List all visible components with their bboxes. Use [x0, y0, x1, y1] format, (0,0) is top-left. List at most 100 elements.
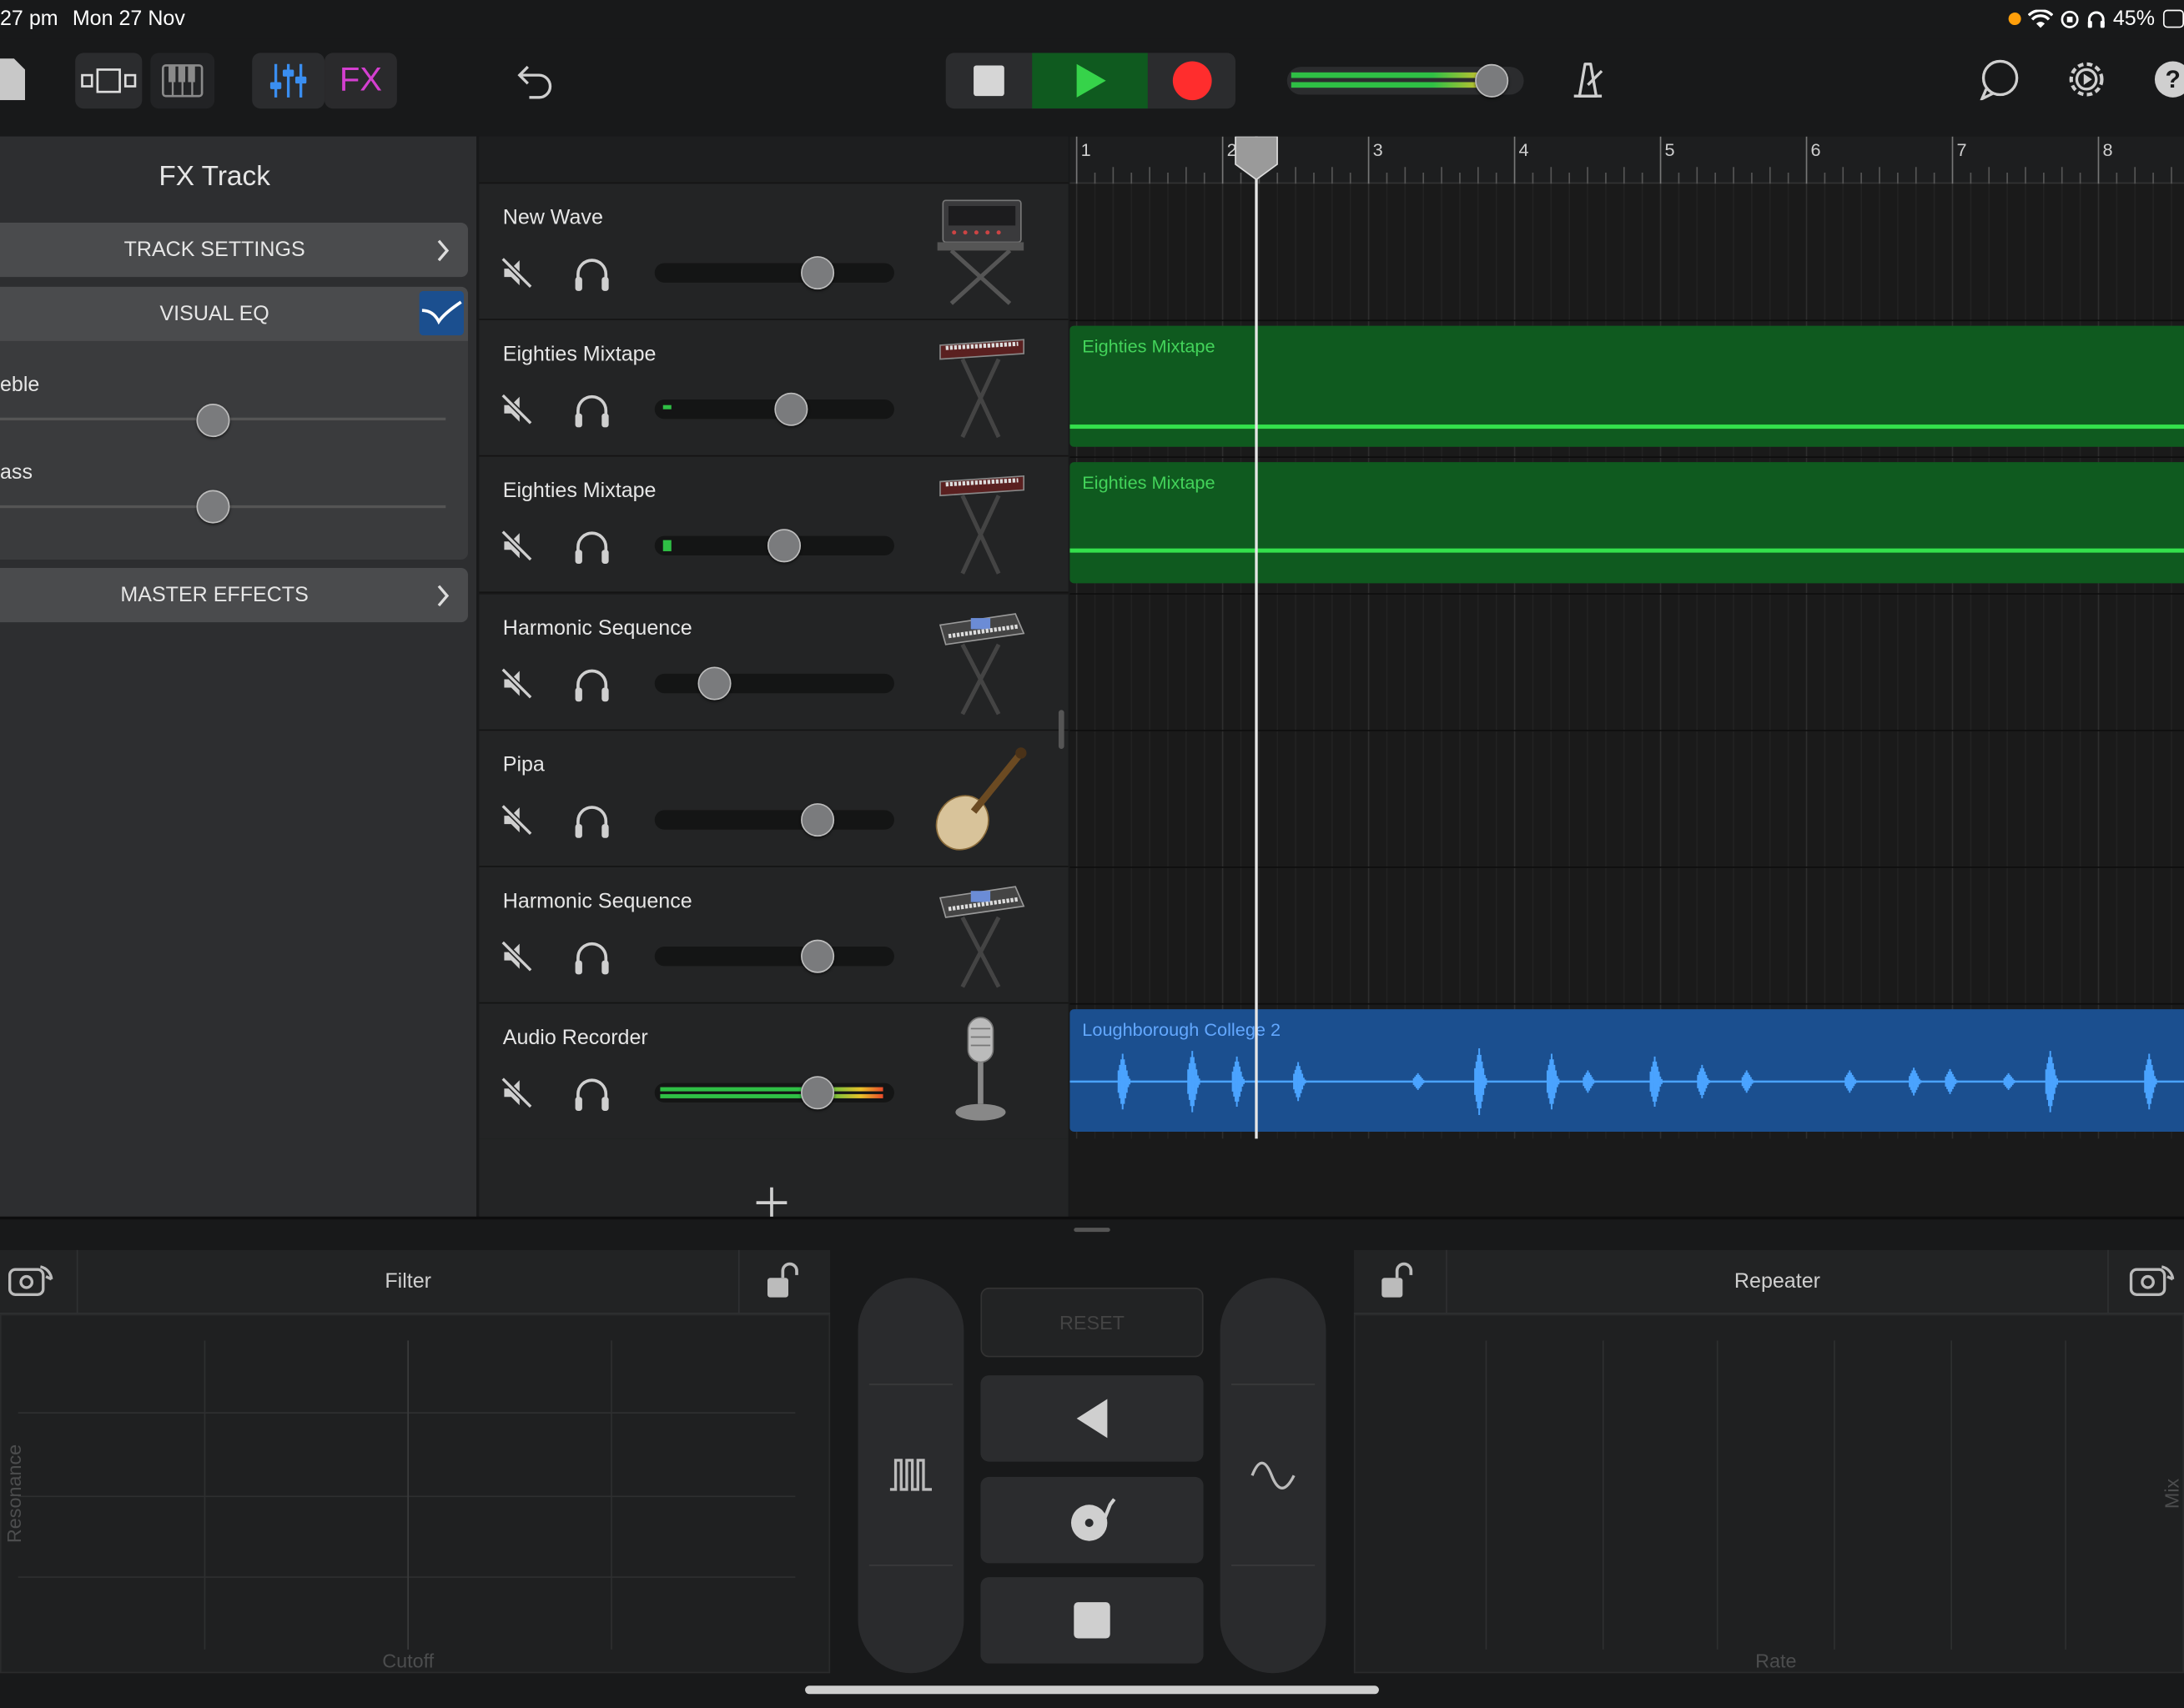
track-header[interactable]: Harmonic Sequence [479, 867, 1069, 1004]
repeater-panel: Repeater Rate Mix [1353, 1249, 2184, 1674]
synth-stand-icon[interactable] [932, 878, 1029, 990]
track-volume-slider[interactable] [654, 946, 894, 967]
track-volume-knob[interactable] [774, 393, 808, 427]
track-volume-knob[interactable] [800, 256, 835, 290]
visual-eq-button[interactable]: VISUAL EQ [0, 286, 468, 341]
mute-icon[interactable] [500, 530, 533, 563]
headphones-solo-icon[interactable] [572, 393, 611, 429]
status-time: 27 pm [0, 7, 58, 31]
track-header[interactable]: Eighties Mixtape [479, 320, 1069, 457]
track-header[interactable]: Harmonic Sequence [479, 594, 1069, 731]
mute-icon[interactable] [500, 393, 533, 426]
region-label: Loughborough College 2 [1082, 1018, 1281, 1040]
track-header-resize-handle[interactable] [1058, 710, 1064, 749]
unlock-icon[interactable] [1379, 1261, 1418, 1300]
track-volume-knob[interactable] [697, 666, 732, 700]
region-eighties-mixtape-2[interactable]: Eighties Mixtape [1069, 462, 2184, 584]
headphones-solo-icon[interactable] [572, 803, 611, 839]
unlock-icon[interactable] [765, 1261, 804, 1300]
microphone-icon[interactable] [932, 1015, 1029, 1127]
mute-icon[interactable] [500, 940, 533, 973]
turntable-icon [1070, 1498, 1116, 1541]
undo-icon[interactable] [516, 63, 555, 99]
add-track-icon[interactable] [755, 1186, 788, 1219]
bass-knob[interactable] [196, 490, 230, 524]
play-button[interactable] [1032, 53, 1148, 109]
fx-button[interactable]: FX [325, 53, 397, 109]
battery-icon [2162, 9, 2184, 28]
scratch-button[interactable] [980, 1476, 1204, 1564]
stop-button[interactable] [946, 53, 1033, 108]
synth-rack-icon[interactable] [932, 195, 1029, 307]
track-header[interactable]: New Wave [479, 183, 1069, 320]
synth-stand-icon[interactable] [932, 605, 1029, 716]
playhead-line [1255, 136, 1258, 1139]
visual-eq-label: VISUAL EQ [159, 302, 269, 326]
track-name: New Wave [502, 206, 603, 230]
loop-browser-icon[interactable] [1980, 58, 2021, 101]
level-meter-left [660, 1087, 883, 1092]
record-fx-icon[interactable] [2128, 1263, 2176, 1302]
master-effects-button[interactable]: MASTER EFFECTS [0, 567, 468, 623]
master-volume-knob[interactable] [1475, 63, 1509, 98]
track-header[interactable]: Eighties Mixtape [479, 457, 1069, 594]
settings-gear-icon[interactable] [2066, 58, 2107, 100]
tracks-view-button[interactable] [75, 53, 143, 109]
pipa-icon[interactable] [932, 741, 1029, 853]
tape-stop-button[interactable] [980, 1577, 1204, 1664]
track-volume-slider[interactable] [654, 263, 894, 283]
treble-knob[interactable] [196, 404, 230, 438]
track-volume-knob[interactable] [800, 802, 835, 836]
filter-header-divider [737, 1249, 740, 1314]
record-button[interactable] [1148, 53, 1235, 108]
mute-icon[interactable] [500, 666, 533, 700]
track-volume-slider[interactable] [654, 810, 894, 830]
mixer-button[interactable] [252, 53, 325, 109]
keyboard-stand-icon[interactable] [932, 468, 1029, 580]
piano-icon [162, 64, 204, 98]
bar-number: 1 [1080, 138, 1091, 160]
headphones-solo-icon[interactable] [572, 666, 611, 702]
track-volume-knob[interactable] [767, 529, 801, 563]
my-songs-icon[interactable] [0, 58, 26, 101]
mute-icon[interactable] [500, 256, 533, 289]
keyboard-button[interactable] [150, 53, 215, 109]
track-volume-knob[interactable] [800, 939, 835, 973]
region-eighties-mixtape-1[interactable]: Eighties Mixtape [1069, 325, 2184, 447]
sine-wave-icon [1251, 1461, 1296, 1489]
repeater-xy-pad[interactable]: Rate Mix [1353, 1314, 2184, 1674]
headphones-solo-icon[interactable] [572, 1077, 611, 1113]
region-audio-recording[interactable]: Loughborough College 2 [1069, 1009, 2184, 1132]
pill-divider [868, 1565, 954, 1566]
playhead-handle-icon[interactable] [1234, 136, 1278, 181]
pane-resize-handle[interactable] [1074, 1228, 1110, 1233]
repeater-title: Repeater [1734, 1269, 1820, 1294]
filter-xy-pad[interactable]: Cutoff Resonance [0, 1314, 831, 1674]
track-volume-slider[interactable] [654, 673, 894, 693]
fx-panel-title: FX Track [159, 161, 270, 193]
track-volume-slider[interactable] [654, 1083, 894, 1103]
reset-button[interactable]: RESET [980, 1287, 1204, 1358]
headphones-solo-icon[interactable] [572, 256, 611, 292]
track-volume-knob[interactable] [800, 1076, 835, 1110]
headphones-status-icon [2087, 11, 2105, 28]
filter-pad-grid [18, 1340, 796, 1650]
keyboard-stand-icon[interactable] [932, 332, 1029, 444]
headphones-solo-icon[interactable] [572, 530, 611, 565]
track-settings-button[interactable]: TRACK SETTINGS [0, 223, 468, 278]
record-fx-icon[interactable] [7, 1263, 54, 1302]
metronome-icon[interactable] [1568, 60, 1608, 99]
track-list-footer [479, 1138, 1069, 1219]
track-header[interactable]: Audio Recorder [479, 1003, 1069, 1141]
mute-icon[interactable] [500, 1077, 533, 1110]
filter-lfo-button[interactable] [858, 1278, 964, 1674]
master-volume-slider[interactable] [1286, 63, 1524, 98]
headphones-solo-icon[interactable] [572, 940, 611, 976]
repeater-lfo-button[interactable] [1220, 1278, 1326, 1674]
reverse-button[interactable] [980, 1375, 1204, 1462]
track-header[interactable]: Pipa [479, 730, 1069, 867]
mute-icon[interactable] [500, 803, 533, 836]
help-icon[interactable]: ? [2154, 61, 2184, 98]
repeater-pad-grid [1485, 1340, 2066, 1650]
eq-curve-icon[interactable] [419, 290, 464, 336]
